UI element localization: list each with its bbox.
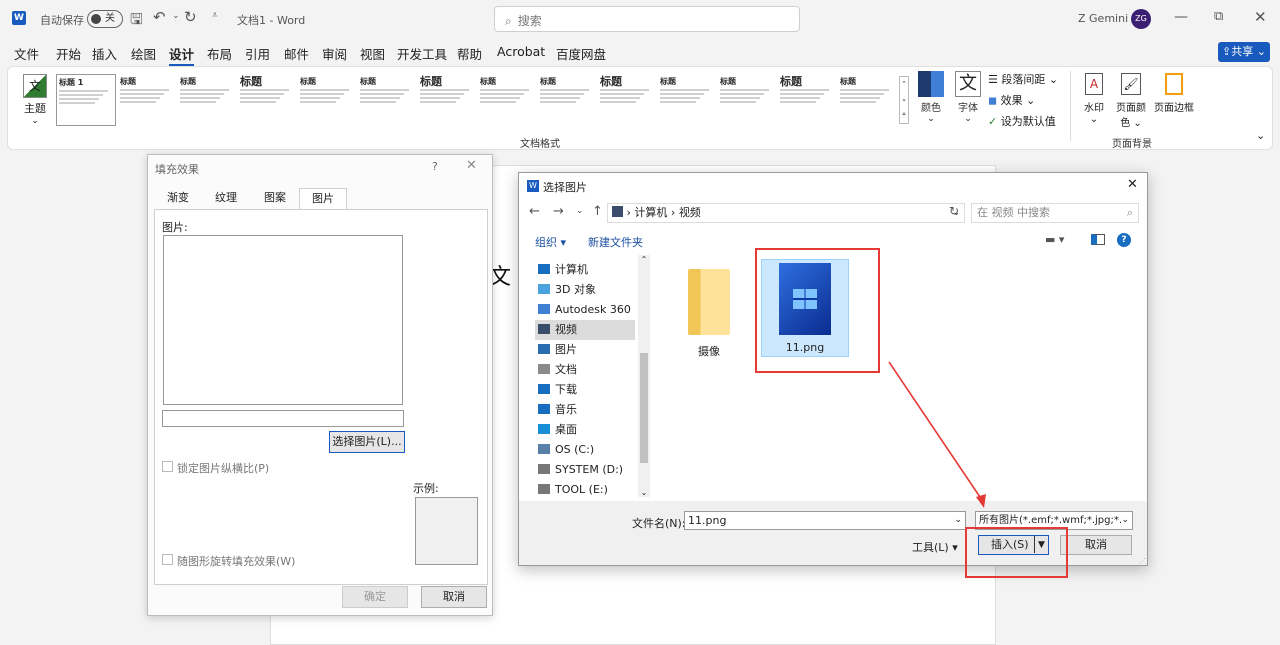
annotation-arrow	[888, 361, 986, 508]
